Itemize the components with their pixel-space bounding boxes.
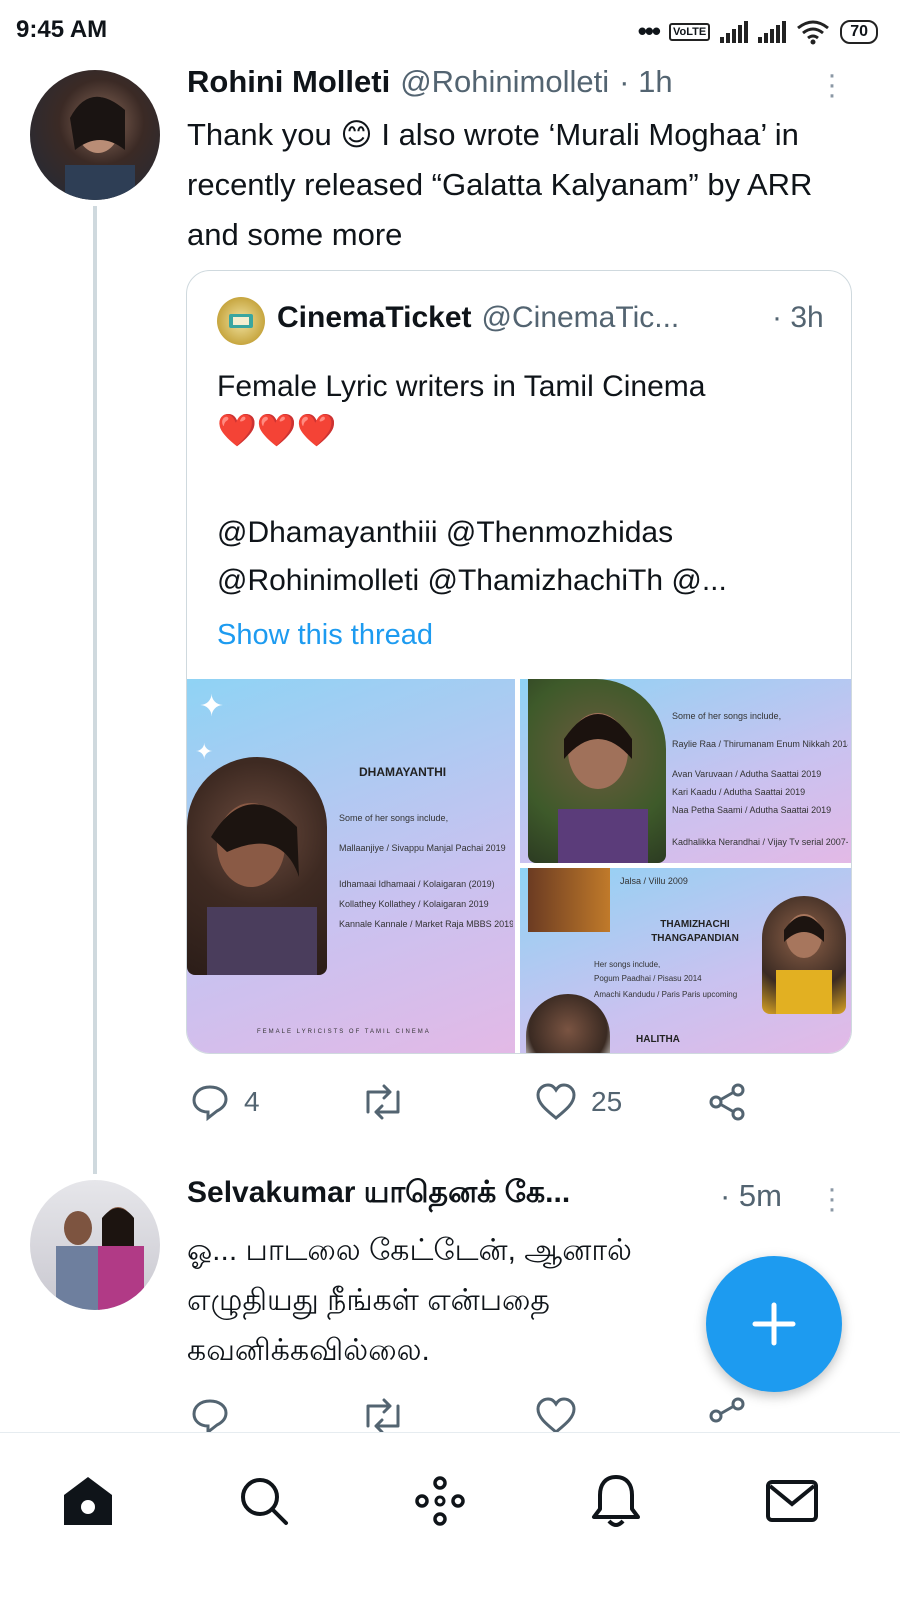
like-count: 25 bbox=[591, 1086, 623, 1117]
tweet2-reply-icon[interactable] bbox=[190, 1396, 230, 1432]
share-icon bbox=[709, 1083, 745, 1121]
card3-song-3: Amachi Kandudu / Paris Paris upcoming bbox=[594, 990, 738, 999]
card1-intro: Some of her songs include, bbox=[339, 813, 449, 823]
volte-icon: VoLTE bbox=[669, 22, 711, 41]
retweet-button[interactable] bbox=[360, 1082, 420, 1122]
bottom-navigation bbox=[0, 1432, 900, 1601]
wifi-icon bbox=[797, 20, 830, 44]
plus-icon bbox=[752, 1302, 796, 1346]
tweet2-share-icon[interactable] bbox=[706, 1396, 748, 1432]
nav-spaces[interactable] bbox=[408, 1469, 472, 1533]
card1-song-3: Kollathey Kollathey / Kolaigaran 2019 bbox=[339, 899, 489, 909]
tweet2-text: ஓ... பாடலை கேட்டேன், ஆனால் எழுதியது நீங்… bbox=[187, 1234, 632, 1367]
quote-time: · 3h bbox=[772, 301, 824, 334]
card3-footer-name: HALITHA bbox=[636, 1034, 680, 1045]
card2-song-3: Kari Kaadu / Adutha Saattai 2019 bbox=[672, 787, 806, 797]
tweet2-author-name[interactable]: Selvakumar யாதெனக் கே... bbox=[187, 1176, 570, 1214]
quote-text: Female Lyric writers in Tamil Cinema bbox=[217, 370, 706, 403]
tweet-header: Rohini Molleti @Rohinimolleti · 1h bbox=[187, 64, 673, 100]
card2-song-4: Naa Petha Saami / Adutha Saattai 2019 bbox=[672, 805, 832, 815]
signal-icon bbox=[720, 20, 749, 43]
notifications-icon bbox=[592, 1475, 640, 1527]
tweet2-actions bbox=[0, 1396, 900, 1432]
sparkle-icon: ✦ bbox=[199, 690, 225, 723]
spaces-icon bbox=[415, 1476, 465, 1526]
reply-count: 4 bbox=[244, 1086, 260, 1117]
share-button[interactable] bbox=[706, 1082, 748, 1122]
tweet-text: Thank you 😊 I also wrote ‘Murali Moghaa’… bbox=[187, 117, 813, 252]
card1-song-1: Mallaanjiye / Sivappu Manjal Pachai 2019 bbox=[339, 843, 506, 853]
quote-mentions[interactable]: @Dhamayanthiii @Thenmozhidas @Rohinimoll… bbox=[217, 509, 827, 605]
card1-footer: FEMALE LYRICISTS OF TAMIL CINEMA bbox=[257, 1029, 431, 1035]
more-indicator-icon: ••• bbox=[637, 16, 661, 46]
thread-line bbox=[93, 206, 97, 1174]
card3-intro: Her songs include, bbox=[594, 960, 661, 969]
hearts-emoji: ❤️❤️❤️ bbox=[217, 412, 337, 448]
card1-song-2: Idhamaai Idhamaai / Kolaigaran (2019) bbox=[339, 879, 495, 889]
media-grid[interactable]: ✦ ✦ DHAMAYANTHI Some of her songs includ… bbox=[187, 679, 851, 1053]
photo-thamizhachi bbox=[762, 896, 846, 1014]
tweet2-time: · 5m bbox=[720, 1178, 782, 1213]
media-dhamayanthi[interactable]: ✦ ✦ DHAMAYANTHI Some of her songs includ… bbox=[187, 679, 515, 1053]
quote-author-name[interactable]: CinemaTicket bbox=[277, 301, 472, 335]
card1-title: DHAMAYANTHI bbox=[359, 765, 447, 779]
status-time: 9:45 AM bbox=[16, 16, 108, 43]
tweet2-header: Selvakumar யாதெனக் கே... bbox=[187, 1176, 570, 1214]
nav-notifications[interactable] bbox=[584, 1469, 648, 1533]
reply-button[interactable]: 4 bbox=[190, 1082, 260, 1122]
like-button[interactable]: 25 bbox=[535, 1082, 622, 1122]
more-options-icon[interactable]: · · · bbox=[822, 60, 842, 110]
media-thenmozhi[interactable]: Some of her songs include, Raylie Raa / … bbox=[520, 679, 851, 869]
quoted-tweet[interactable]: CinemaTicket @CinemaTic... · 3h Female L… bbox=[186, 270, 852, 1054]
tweet2-more-options-icon[interactable]: · · · bbox=[822, 1174, 842, 1224]
status-icons: ••• VoLTE 70 bbox=[638, 16, 878, 47]
author-name[interactable]: Rohini Molleti bbox=[187, 64, 390, 100]
author-handle[interactable]: @Rohinimolleti bbox=[400, 64, 609, 100]
quote-author-handle[interactable]: @CinemaTic... bbox=[482, 301, 680, 335]
status-bar: 9:45 AM ••• VoLTE 70 bbox=[0, 0, 900, 60]
card3-title: THAMIZHACHI THANGAPANDIAN bbox=[651, 919, 739, 944]
nav-messages[interactable] bbox=[760, 1469, 824, 1533]
card1-song-4: Kannale Kannale / Market Raja MBBS 2019 bbox=[339, 919, 513, 929]
search-icon bbox=[241, 1478, 288, 1525]
card2-song-1: Raylie Raa / Thirumanam Enum Nikkah 2014 bbox=[672, 739, 848, 749]
home-icon bbox=[64, 1477, 112, 1525]
photo-thenmozhi bbox=[528, 679, 666, 869]
heart-icon bbox=[536, 1083, 576, 1120]
messages-icon bbox=[766, 1480, 818, 1522]
avatar-selvakumar[interactable] bbox=[30, 1180, 160, 1310]
tweet2-heart-icon[interactable] bbox=[535, 1396, 577, 1432]
card2-intro: Some of her songs include, bbox=[672, 711, 782, 721]
photo-halitha bbox=[526, 994, 610, 1053]
reply-icon bbox=[192, 1085, 228, 1122]
tweet2-retweet-icon[interactable] bbox=[360, 1396, 406, 1432]
card2-song-5: Kadhalikka Nerandhai / Vijay Tv serial 2… bbox=[672, 837, 848, 847]
battery-indicator: 70 bbox=[840, 19, 878, 44]
tweet-time: · 1h bbox=[619, 64, 673, 99]
show-thread-link[interactable]: Show this thread bbox=[217, 619, 433, 652]
card3-song-1: Jalsa / Villu 2009 bbox=[620, 876, 688, 886]
smile-emoji: 😊 bbox=[340, 117, 373, 152]
retweet-icon bbox=[366, 1084, 400, 1120]
card3-song-2: Pogum Paadhai / Pisasu 2014 bbox=[594, 974, 702, 983]
media-thamizhachi[interactable]: Jalsa / Villu 2009 THAMIZHACHI THANGAPAN… bbox=[520, 868, 851, 1053]
avatar-rohini[interactable] bbox=[30, 70, 160, 200]
nav-search[interactable] bbox=[232, 1469, 296, 1533]
nav-home[interactable] bbox=[56, 1469, 120, 1533]
avatar-cinematicket[interactable] bbox=[217, 297, 265, 345]
signal-icon-2 bbox=[758, 20, 787, 43]
quote-header: CinemaTicket @CinemaTic... bbox=[277, 301, 679, 335]
photo-dhamayanthi bbox=[187, 757, 327, 977]
compose-tweet-button[interactable] bbox=[706, 1256, 842, 1392]
card2-song-2: Avan Varuvaan / Adutha Saattai 2019 bbox=[672, 769, 822, 779]
photo-strip bbox=[528, 868, 610, 932]
